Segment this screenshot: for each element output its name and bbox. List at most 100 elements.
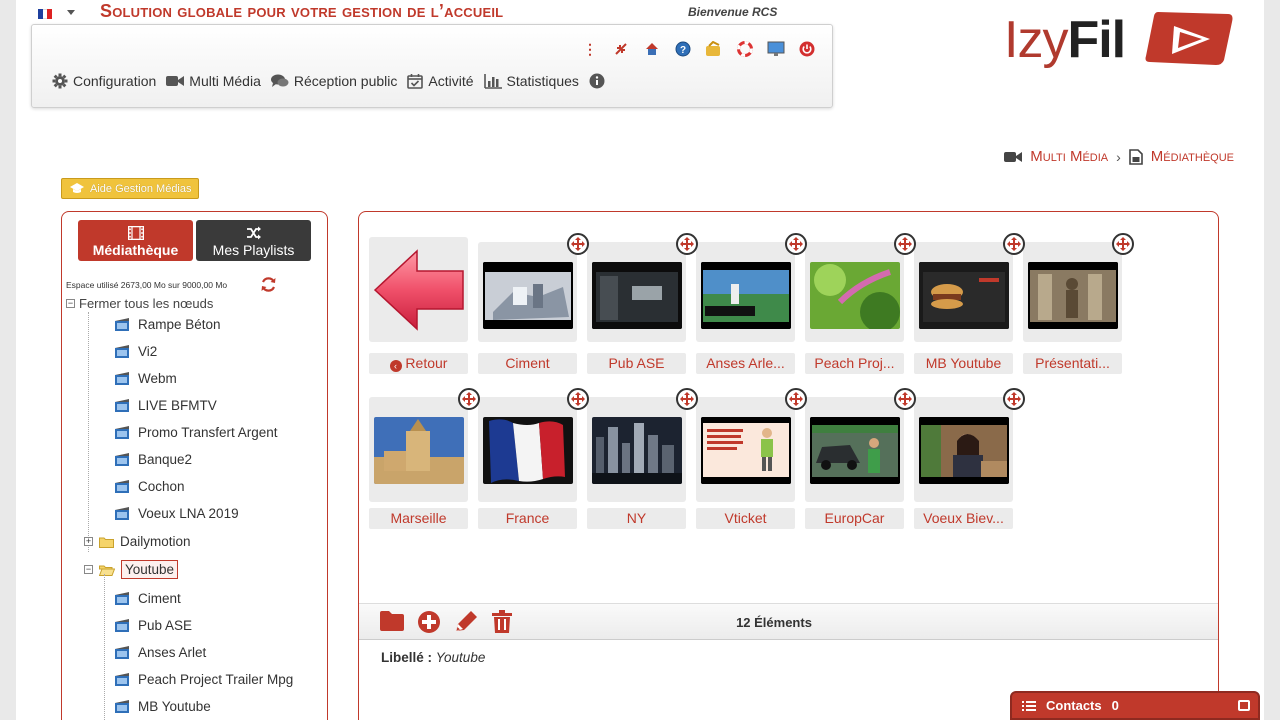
media-label[interactable]: Marseille [369, 508, 468, 529]
media-label[interactable]: NY [587, 508, 686, 529]
tree-item[interactable]: MB Youtube [114, 699, 211, 714]
drag-move-icon[interactable] [785, 388, 807, 410]
tab-playlists[interactable]: Mes Playlists [196, 220, 311, 261]
drag-move-icon[interactable] [785, 233, 807, 255]
messages-icon[interactable] [704, 39, 724, 59]
media-card-marseille[interactable] [369, 397, 468, 502]
drag-move-icon[interactable] [1112, 233, 1134, 255]
media-thumbnail [592, 262, 682, 329]
monitor-icon[interactable] [766, 39, 786, 59]
back-button[interactable]: ‹ Retour [369, 353, 468, 374]
drag-move-icon[interactable] [894, 233, 916, 255]
media-label[interactable]: Ciment [478, 353, 577, 374]
media-label[interactable]: Anses Arle... [696, 353, 795, 374]
menu-activite[interactable]: Activité [407, 73, 474, 89]
media-thumbnail [919, 262, 1009, 329]
refresh-icon[interactable] [260, 276, 277, 293]
media-label[interactable]: Peach Proj... [805, 353, 904, 374]
tree-item[interactable]: Banque2 [114, 452, 192, 467]
drag-move-icon[interactable] [1003, 233, 1025, 255]
video-file-icon [115, 317, 129, 331]
graduation-cap-icon [70, 183, 84, 193]
lifebuoy-icon[interactable] [735, 39, 755, 59]
tree-item[interactable]: Ciment [114, 591, 181, 606]
media-label[interactable]: Pub ASE [587, 353, 686, 374]
fr-flag-icon[interactable] [38, 9, 53, 19]
media-label[interactable]: Voeux Biev... [914, 508, 1013, 529]
media-label[interactable]: MB Youtube [914, 353, 1013, 374]
folder-dailymotion[interactable]: + Dailymotion [84, 534, 191, 549]
chat-bubbles-icon [270, 74, 289, 87]
back-card[interactable] [369, 237, 468, 342]
tree-item[interactable]: Anses Arlet [114, 645, 206, 660]
tree-item[interactable]: Vi2 [114, 344, 157, 359]
logo-part2: Fil [1067, 11, 1126, 69]
media-card-mb-youtube[interactable] [914, 242, 1013, 342]
libelle-row: Libellé : Youtube [381, 650, 485, 665]
tree-item[interactable]: Voeux LNA 2019 [114, 506, 239, 521]
breadcrumb-separator-icon: › [1116, 148, 1121, 165]
media-label[interactable]: EuropCar [805, 508, 904, 529]
info-button[interactable] [589, 73, 605, 89]
window-maximize-icon[interactable] [1238, 700, 1250, 711]
media-label[interactable]: Vticket [696, 508, 795, 529]
tree-item[interactable]: Rampe Béton [114, 317, 221, 332]
contacts-bar[interactable]: Contacts 0 [1010, 691, 1260, 720]
media-card-vticket[interactable] [696, 397, 795, 502]
media-label[interactable]: Présentati... [1023, 353, 1122, 374]
media-card-voeux[interactable] [914, 397, 1013, 502]
media-label[interactable]: France [478, 508, 577, 529]
drag-move-icon[interactable] [458, 388, 480, 410]
folder-youtube[interactable]: − Youtube [84, 560, 179, 579]
menu-multimedia[interactable]: Multi Média [166, 73, 261, 89]
tree-item[interactable]: Promo Transfert Argent [114, 425, 278, 440]
menu-configuration[interactable]: Configuration [52, 73, 156, 89]
video-file-icon [115, 699, 129, 713]
tree-item[interactable]: Webm [114, 371, 177, 386]
logo-play-icon [1145, 12, 1233, 65]
media-thumbnail [483, 417, 573, 484]
home-icon[interactable] [642, 39, 662, 59]
media-card-peach[interactable] [805, 242, 904, 342]
help-media-button[interactable]: Aide Gestion Médias [61, 178, 199, 199]
drag-move-icon[interactable] [676, 233, 698, 255]
media-card-presentation[interactable] [1023, 242, 1122, 342]
collapse-all-nodes[interactable]: − Fermer tous les nœuds [66, 296, 213, 311]
storage-usage: Espace utilisé 2673,00 Mo sur 9000,00 Mo [66, 280, 228, 290]
media-card-anses-arlet[interactable] [696, 242, 795, 342]
more-vertical-icon[interactable]: ⋮ [580, 39, 600, 59]
video-file-icon [115, 672, 129, 686]
media-thumbnail [810, 417, 900, 484]
media-card-pub-ase[interactable] [587, 242, 686, 342]
expand-icon[interactable]: + [84, 537, 93, 546]
menu-multimedia-label: Multi Média [189, 73, 261, 89]
tab-mediatheque[interactable]: Médiathèque [78, 220, 193, 261]
tree-item[interactable]: Peach Project Trailer Mpg [114, 672, 293, 687]
tree-item[interactable]: LIVE BFMTV [114, 398, 217, 413]
drag-move-icon[interactable] [567, 233, 589, 255]
drag-move-icon[interactable] [894, 388, 916, 410]
collapse-icon[interactable]: − [84, 565, 93, 574]
libelle-label: Libellé : [381, 650, 433, 665]
menu-statistiques[interactable]: Statistiques [483, 73, 579, 89]
media-card-ny[interactable] [587, 397, 686, 502]
language-dropdown-icon[interactable] [67, 10, 75, 15]
media-card-ciment[interactable] [478, 242, 577, 342]
media-card-france[interactable] [478, 397, 577, 502]
media-thumbnail [483, 262, 573, 329]
svg-text:?: ? [680, 45, 686, 56]
power-icon[interactable] [797, 39, 817, 59]
media-card-europcar[interactable] [805, 397, 904, 502]
tree-item[interactable]: Pub ASE [114, 618, 192, 633]
toolbar-icons: ⋮ ? [580, 39, 817, 59]
help-icon[interactable]: ? [673, 39, 693, 59]
drag-move-icon[interactable] [567, 388, 589, 410]
main-menu: Configuration Multi Média Réception publ… [52, 73, 605, 89]
menu-reception[interactable]: Réception public [270, 73, 397, 89]
breadcrumb-multimedia[interactable]: Multi Média [1030, 148, 1108, 165]
media-thumbnail [810, 262, 900, 329]
drag-move-icon[interactable] [676, 388, 698, 410]
drag-move-icon[interactable] [1003, 388, 1025, 410]
compress-icon[interactable] [611, 39, 631, 59]
tree-item[interactable]: Cochon [114, 479, 185, 494]
